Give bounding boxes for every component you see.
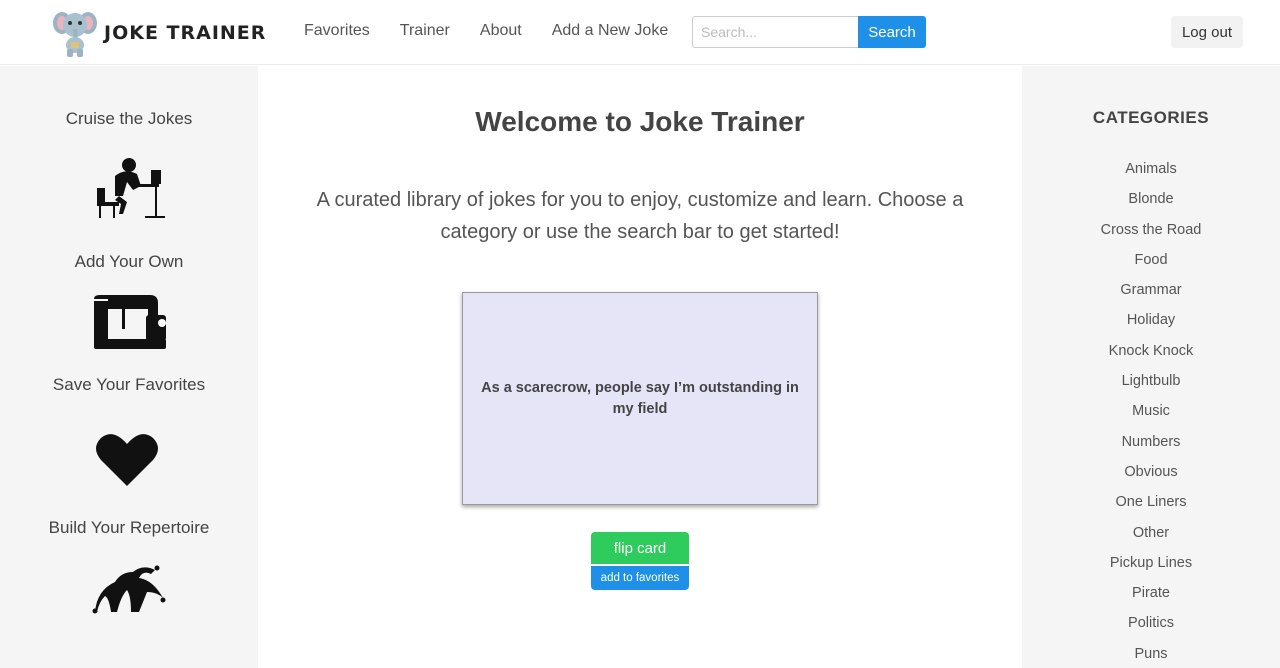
category-item[interactable]: Other bbox=[1022, 522, 1280, 552]
category-item[interactable]: Numbers bbox=[1022, 431, 1280, 461]
category-item[interactable]: Puns bbox=[1022, 643, 1280, 668]
category-item[interactable]: Lightbulb bbox=[1022, 370, 1280, 400]
intro-text: A curated library of jokes for you to en… bbox=[316, 189, 964, 243]
category-item[interactable]: Music bbox=[1022, 400, 1280, 430]
categories-title: CATEGORIES bbox=[1092, 108, 1210, 127]
category-item[interactable]: Knock Knock bbox=[1022, 340, 1280, 370]
jester-hat-icon bbox=[92, 565, 166, 614]
feature-label-cruise: Cruise the Jokes bbox=[65, 109, 193, 128]
feature-label-add: Add Your Own bbox=[74, 252, 184, 271]
nav-add-joke[interactable]: Add a New Joke bbox=[552, 22, 669, 40]
nav-favorites[interactable]: Favorites bbox=[304, 22, 370, 40]
desk-worker-icon bbox=[97, 158, 165, 218]
joke-card[interactable]: As a scarecrow, people say I’m outstandi… bbox=[462, 292, 818, 505]
category-list: Animals Blonde Cross the Road Food Gramm… bbox=[1022, 158, 1280, 668]
category-item[interactable]: Pirate bbox=[1022, 582, 1280, 612]
navbar: JOKE TRAINER Favorites Trainer About Add… bbox=[0, 0, 1280, 65]
heart-icon bbox=[96, 434, 158, 486]
category-item[interactable]: Obvious bbox=[1022, 461, 1280, 491]
category-item[interactable]: Politics bbox=[1022, 612, 1280, 642]
category-item[interactable]: Holiday bbox=[1022, 309, 1280, 339]
search-button[interactable]: Search bbox=[858, 16, 926, 48]
category-item[interactable]: Pickup Lines bbox=[1022, 552, 1280, 582]
elephant-logo-icon bbox=[53, 12, 97, 57]
brand-text: JOKE TRAINER bbox=[104, 22, 267, 44]
brand[interactable]: JOKE TRAINER bbox=[52, 8, 266, 58]
category-item[interactable]: Animals bbox=[1022, 158, 1280, 188]
flip-card-button[interactable]: flip card bbox=[591, 532, 689, 564]
add-to-favorites-button[interactable]: add to favorites bbox=[591, 566, 689, 590]
joke-text: As a scarecrow, people say I’m outstandi… bbox=[481, 379, 799, 417]
nav-trainer[interactable]: Trainer bbox=[400, 22, 450, 40]
search-form: Search bbox=[692, 16, 926, 48]
category-item[interactable]: Cross the Road bbox=[1022, 219, 1280, 249]
category-item[interactable]: Grammar bbox=[1022, 279, 1280, 309]
sewing-machine-icon bbox=[94, 295, 166, 349]
feature-label-save: Save Your Favorites bbox=[52, 375, 206, 394]
logout-button[interactable]: Log out bbox=[1171, 16, 1243, 48]
search-input[interactable] bbox=[692, 16, 858, 48]
nav-links: Favorites Trainer About Add a New Joke bbox=[304, 22, 698, 40]
category-item[interactable]: Food bbox=[1022, 249, 1280, 279]
category-item[interactable]: Blonde bbox=[1022, 188, 1280, 218]
feature-label-build: Build Your Repertoire bbox=[48, 518, 210, 537]
page-title: Welcome to Joke Trainer bbox=[475, 106, 805, 137]
nav-about[interactable]: About bbox=[480, 22, 522, 40]
category-item[interactable]: One Liners bbox=[1022, 491, 1280, 521]
